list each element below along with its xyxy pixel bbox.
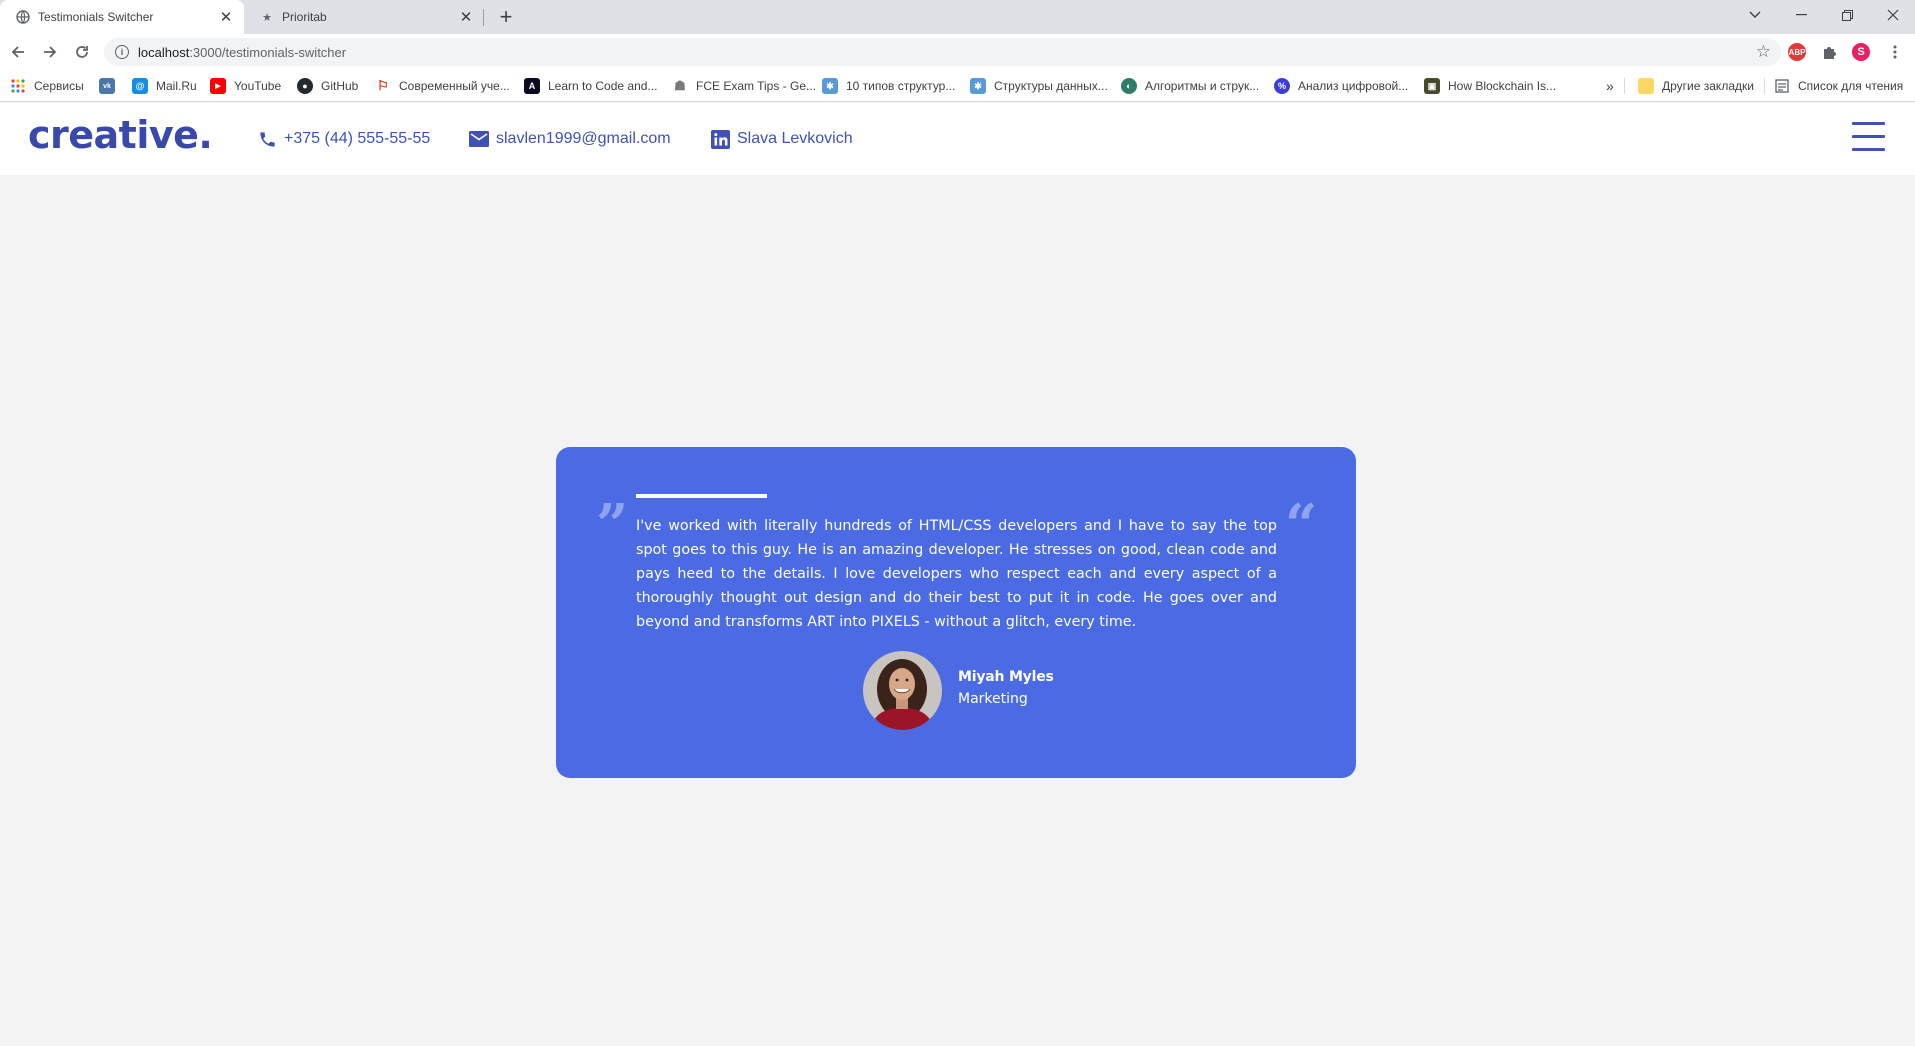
- tab-close-icon[interactable]: ✕: [216, 7, 236, 27]
- bookmark-star-icon[interactable]: ☆: [1756, 42, 1771, 62]
- address-bar[interactable]: i localhost:3000/testimonials-switcher ☆: [104, 38, 1781, 66]
- bookmark-mailru[interactable]: @ Mail.Ru: [132, 70, 197, 102]
- arrow-right-icon: [44, 46, 57, 58]
- bookmark-fce[interactable]: ☗ FCE Exam Tips - Ge...: [672, 70, 816, 102]
- tab-divider: [483, 9, 484, 26]
- linkedin-icon: [711, 129, 730, 149]
- tab-title: Prioritab: [282, 10, 327, 24]
- bookmark-label: Другие закладки: [1662, 79, 1754, 93]
- habr-icon: ✱: [970, 78, 986, 94]
- star-icon: ★: [262, 11, 272, 24]
- phone-link[interactable]: +375 (44) 555-55-55: [258, 127, 430, 151]
- minimize-button[interactable]: [1778, 0, 1824, 30]
- folder-icon: [1638, 78, 1654, 94]
- bookmark-label: GitHub: [321, 79, 359, 93]
- bookmark-github[interactable]: ● GitHub: [297, 70, 358, 102]
- bookmark-algorithms[interactable]: ◐ Алгоритмы и струк...: [1121, 70, 1259, 102]
- email-link[interactable]: slavlen1999@gmail.com: [469, 127, 671, 151]
- bookmark-label: Анализ цифровой...: [1298, 79, 1409, 93]
- bookmarks-bar: Сервисы vk @ Mail.Ru ▶ YouTube ● GitHub …: [0, 70, 1915, 102]
- bookmark-label: 10 типов структур...: [846, 79, 956, 93]
- email-text: slavlen1999@gmail.com: [496, 130, 671, 147]
- author-role: Marketing: [958, 691, 1028, 707]
- bookmark-habr-2[interactable]: ✱ Структуры данных...: [970, 70, 1108, 102]
- bookmark-youtube[interactable]: ▶ YouTube: [210, 70, 281, 102]
- browser-toolbar: i localhost:3000/testimonials-switcher ☆…: [0, 34, 1915, 70]
- testimonial-card: ” “ I've worked with literally hundreds …: [556, 447, 1356, 778]
- bookmark-label: Learn to Code and...: [548, 79, 658, 93]
- profile-avatar[interactable]: S: [1852, 43, 1870, 61]
- bookmark-habr-1[interactable]: ✱ 10 типов структур...: [822, 70, 955, 102]
- reload-button[interactable]: [68, 38, 96, 66]
- blockchain-icon: ▣: [1424, 78, 1440, 94]
- close-window-button[interactable]: [1870, 0, 1915, 30]
- forward-button[interactable]: [36, 38, 64, 66]
- habr-icon: ✱: [822, 78, 838, 94]
- algo-icon: ◐: [1121, 78, 1137, 94]
- restore-button[interactable]: [1824, 0, 1870, 30]
- site-header: creative. +375 (44) 555-55-55 slavlen199…: [0, 103, 1915, 175]
- bookmarks-divider: [1764, 78, 1765, 94]
- arrow-left-icon: [11, 46, 24, 58]
- bookmark-label: How Blockchain Is...: [1448, 79, 1557, 93]
- bookmark-label: Современный уче...: [399, 79, 510, 93]
- tab-close-icon[interactable]: ✕: [456, 7, 476, 27]
- bookmark-label: Список для чтения: [1798, 79, 1904, 93]
- bookmark-other[interactable]: Другие закладки: [1638, 70, 1754, 102]
- browser-menu-icon[interactable]: [1880, 38, 1910, 66]
- reading-list-icon: [1774, 78, 1790, 94]
- bookmark-learnjs[interactable]: ⚐ Современный уче...: [375, 70, 510, 102]
- bookmark-label: Mail.Ru: [156, 79, 197, 93]
- author-avatar: [863, 651, 942, 730]
- linkedin-link[interactable]: Slava Levkovich: [711, 127, 853, 151]
- testimonial-text: I've worked with literally hundreds of H…: [636, 518, 1277, 630]
- tab-prioritab[interactable]: ★ Prioritab ✕: [244, 0, 484, 34]
- bookmarks-overflow-button[interactable]: »: [1606, 70, 1614, 102]
- apps-grid-icon: [10, 78, 26, 94]
- browser-tabstrip: Testimonials Switcher ✕ ★ Prioritab ✕ +: [0, 0, 1915, 34]
- bookmark-label: YouTube: [234, 79, 282, 93]
- bookmark-freecodecamp[interactable]: A Learn to Code and...: [524, 70, 657, 102]
- analysis-icon: %: [1274, 78, 1290, 94]
- reading-list-button[interactable]: Список для чтения: [1774, 70, 1903, 102]
- github-icon: ●: [297, 78, 313, 94]
- site-logo[interactable]: creative.: [28, 113, 213, 157]
- bookmark-blockchain[interactable]: ▣ How Blockchain Is...: [1424, 70, 1556, 102]
- phone-icon: [260, 131, 275, 147]
- bookmark-label: Алгоритмы и струк...: [1145, 79, 1260, 93]
- fce-icon: ☗: [674, 78, 686, 93]
- bookmark-vk[interactable]: vk: [99, 70, 123, 102]
- adblock-extension-icon[interactable]: ABP: [1788, 43, 1806, 61]
- tab-search-icon[interactable]: [1732, 0, 1778, 30]
- close-quote-icon: ”: [596, 492, 629, 558]
- hamburger-menu-icon[interactable]: [1852, 122, 1885, 152]
- learnjs-icon: ⚐: [377, 78, 389, 93]
- extensions-puzzle-icon[interactable]: [1820, 43, 1838, 61]
- address-url: localhost:3000/testimonials-switcher: [138, 44, 347, 60]
- bookmark-label: FCE Exam Tips - Ge...: [696, 79, 817, 93]
- freecodecamp-icon: A: [524, 78, 540, 94]
- vk-icon: vk: [99, 78, 115, 94]
- author-name: Miyah Myles: [958, 669, 1054, 685]
- open-quote-icon: “: [1285, 492, 1318, 558]
- tab-testimonials-switcher[interactable]: Testimonials Switcher ✕: [0, 0, 244, 34]
- tab-title: Testimonials Switcher: [38, 10, 154, 24]
- back-button[interactable]: [4, 38, 32, 66]
- reload-icon: [76, 46, 88, 58]
- mailru-icon: @: [132, 78, 148, 94]
- bookmarks-divider: [1624, 78, 1625, 94]
- bookmark-services[interactable]: Сервисы: [10, 70, 84, 102]
- site-info-icon[interactable]: i: [115, 45, 129, 59]
- testimonial-divider: [636, 494, 767, 498]
- bookmark-analysis[interactable]: % Анализ цифровой...: [1274, 70, 1408, 102]
- new-tab-button[interactable]: +: [494, 4, 518, 29]
- globe-icon: [16, 10, 30, 24]
- bookmark-label: Структуры данных...: [994, 79, 1108, 93]
- phone-text: +375 (44) 555-55-55: [284, 130, 431, 147]
- linkedin-text: Slava Levkovich: [737, 130, 853, 147]
- bookmark-label: Сервисы: [34, 79, 84, 93]
- youtube-icon: ▶: [210, 78, 226, 94]
- mail-icon: [469, 131, 489, 147]
